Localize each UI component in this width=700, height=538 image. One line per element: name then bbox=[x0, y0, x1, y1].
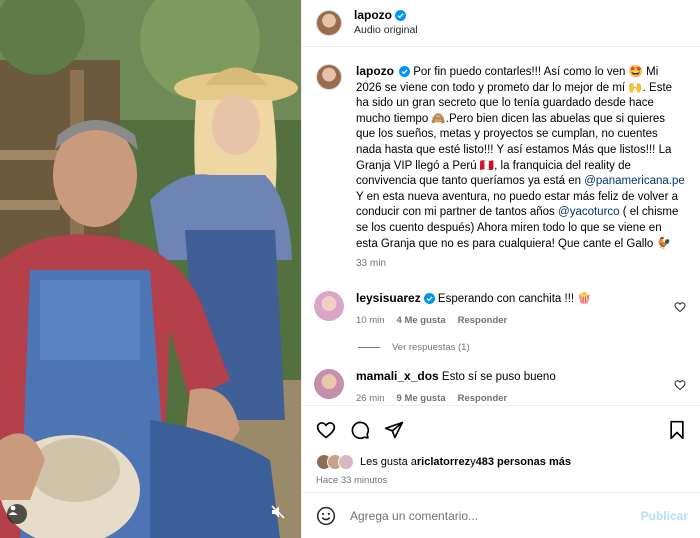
caption-avatar[interactable] bbox=[316, 64, 342, 90]
commenter-avatar[interactable] bbox=[314, 291, 344, 322]
author-avatar[interactable] bbox=[316, 10, 342, 36]
commenter-username[interactable]: mamali_x_dos bbox=[356, 369, 439, 383]
view-replies-label[interactable]: Ver respuestas (1) bbox=[392, 342, 470, 353]
caption-username[interactable]: lapozo bbox=[356, 64, 394, 78]
likes-count[interactable]: 483 personas más bbox=[476, 456, 571, 468]
comment-time[interactable]: 10 min bbox=[356, 315, 385, 326]
reply-button[interactable]: Responder bbox=[458, 393, 508, 404]
mention-yacoturco[interactable]: @yacoturco bbox=[558, 206, 620, 218]
emoji-icon[interactable] bbox=[316, 506, 336, 526]
comment-time[interactable]: 26 min bbox=[356, 393, 385, 404]
post-details-panel: lapozo Audio original lapozo Por fin pue… bbox=[301, 0, 700, 538]
heart-icon bbox=[316, 422, 336, 439]
verified-badge-icon bbox=[395, 10, 406, 21]
reply-button[interactable]: Responder bbox=[458, 315, 508, 326]
verified-badge-icon bbox=[399, 66, 410, 77]
comment-icon bbox=[351, 421, 370, 440]
post-actions-bar: Les gusta a riclatorrez y 483 personas m… bbox=[302, 405, 700, 492]
comments-scroll-area[interactable]: lapozo Por fin puedo contarles!!! Así co… bbox=[302, 48, 700, 404]
muted-speaker-icon bbox=[271, 505, 285, 519]
caption-part-1: Por fin puedo contarles!!! Así como lo v… bbox=[356, 66, 673, 188]
publish-button[interactable]: Publicar bbox=[641, 509, 688, 523]
audio-label[interactable]: Audio original bbox=[354, 23, 418, 38]
verified-badge-icon bbox=[423, 293, 435, 305]
mention-panamericana[interactable]: @panamericana.pe bbox=[584, 175, 685, 187]
liker-avatars[interactable] bbox=[316, 454, 354, 470]
liker-avatar bbox=[338, 454, 354, 470]
post-media[interactable] bbox=[0, 0, 301, 538]
comment-item: leysisuarez Esperando con canchita !!! 🍿… bbox=[314, 291, 686, 326]
post-photo bbox=[0, 0, 301, 538]
post-header: lapozo Audio original bbox=[302, 0, 700, 47]
commenter-avatar[interactable] bbox=[314, 369, 344, 400]
view-replies-toggle[interactable]: Ver respuestas (1) bbox=[358, 342, 686, 353]
post-time[interactable]: 33 min bbox=[356, 258, 686, 269]
save-button[interactable] bbox=[668, 420, 686, 443]
share-icon bbox=[384, 421, 404, 439]
heart-icon[interactable] bbox=[674, 301, 686, 313]
tagged-users-button[interactable] bbox=[7, 504, 27, 524]
comment-input[interactable]: Agrega un comentario... bbox=[350, 509, 641, 523]
bookmark-icon bbox=[670, 420, 684, 440]
liker-username[interactable]: riclatorrez bbox=[417, 456, 470, 468]
post-date[interactable]: Hace 33 minutos bbox=[316, 475, 686, 486]
heart-icon[interactable] bbox=[674, 379, 686, 391]
replies-divider bbox=[358, 347, 380, 349]
comment-composer: Agrega un comentario... Publicar bbox=[302, 492, 700, 538]
comment-text: Esto sí se puso bueno bbox=[441, 371, 556, 384]
caption-block: lapozo Por fin puedo contarles!!! Así co… bbox=[316, 64, 686, 269]
comment-likes[interactable]: 9 Me gusta bbox=[397, 393, 446, 404]
comment-item: mamali_x_dos Esto sí se puso bueno 26 mi… bbox=[314, 369, 686, 404]
comment-text: Esperando con canchita !!! 🍿 bbox=[437, 293, 592, 306]
like-button[interactable] bbox=[316, 420, 336, 440]
caption-text: lapozo Por fin puedo contarles!!! Así co… bbox=[356, 64, 686, 252]
user-icon bbox=[8, 505, 18, 515]
likes-prefix: Les gusta a bbox=[360, 456, 417, 468]
mute-button[interactable] bbox=[270, 504, 290, 524]
author-username[interactable]: lapozo bbox=[354, 8, 392, 22]
likes-summary: Les gusta a riclatorrez y 483 personas m… bbox=[316, 454, 686, 470]
comment-button[interactable] bbox=[350, 420, 370, 440]
commenter-username[interactable]: leysisuarez bbox=[356, 291, 421, 305]
share-button[interactable] bbox=[384, 420, 404, 440]
comment-likes[interactable]: 4 Me gusta bbox=[397, 315, 446, 326]
